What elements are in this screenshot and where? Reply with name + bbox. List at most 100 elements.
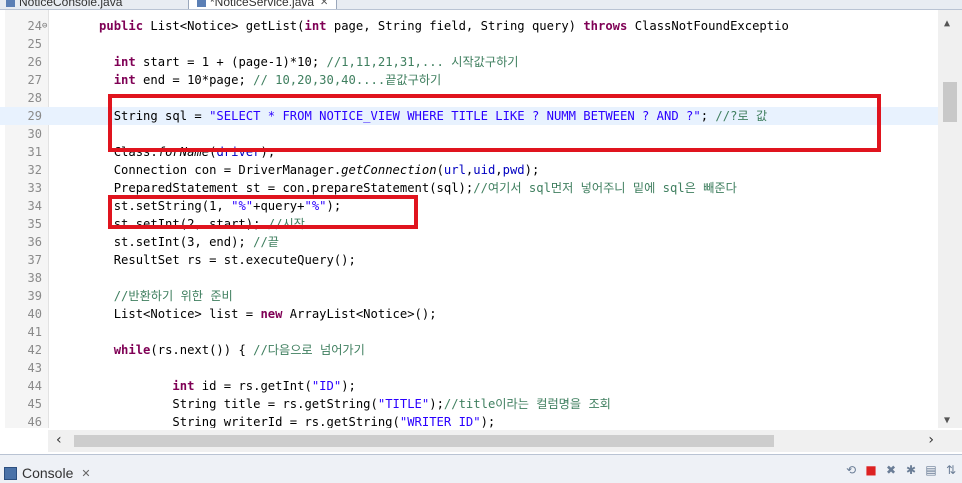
- code-token: Connection con = DriverManager.: [55, 163, 342, 177]
- link-icon[interactable]: ⟲: [844, 463, 858, 477]
- highlight-box-setstring: [108, 195, 418, 229]
- code-text: List<Notice> list = new ArrayList<Notice…: [55, 305, 437, 323]
- scroll-down-icon[interactable]: ▼: [944, 415, 950, 426]
- code-token: ,: [495, 163, 503, 177]
- code-editor[interactable]: 24 ⊖ public List<Notice> getList(int page…: [0, 10, 962, 428]
- code-line[interactable]: 32 Connection con = DriverManager.getCon…: [0, 161, 938, 179]
- code-line[interactable]: 36 st.setInt(3, end); //끝: [0, 233, 938, 251]
- code-text: while(rs.next()) { //다음으로 넘어가기: [55, 341, 365, 359]
- code-token: getConnection: [341, 163, 437, 177]
- highlight-box-sql: [108, 94, 881, 152]
- code-line[interactable]: 43: [0, 359, 938, 377]
- code-text: ResultSet rs = st.executeQuery();: [55, 251, 356, 269]
- console-toolbar: ⟲ ■ ✖ ✱ ▤ ⇅: [844, 463, 958, 477]
- code-text: int id = rs.getInt("ID");: [55, 377, 355, 395]
- code-line[interactable]: 41: [0, 323, 938, 341]
- code-token: ResultSet rs = st.executeQuery();: [55, 253, 356, 267]
- code-text: String writerId = rs.getString("WRITER_I…: [55, 413, 495, 428]
- scroll-up-icon[interactable]: ▲: [944, 18, 950, 29]
- scroll-lock-icon[interactable]: ⇅: [944, 463, 958, 477]
- code-text: //반환하기 위한 준비: [55, 287, 233, 305]
- vertical-scrollbar[interactable]: ▲ ▼: [938, 10, 962, 428]
- vertical-scroll-thumb[interactable]: [943, 82, 957, 122]
- code-token: id = rs.getInt(: [194, 379, 312, 393]
- horizontal-scroll-thumb[interactable]: [74, 435, 774, 447]
- code-token: //반환하기 위한 준비: [113, 289, 233, 303]
- code-text: int start = 1 + (page-1)*10; //1,11,21,3…: [55, 53, 519, 71]
- line-number: 35: [27, 217, 42, 231]
- console-tab-label: Console: [22, 465, 74, 481]
- code-token: while: [113, 343, 151, 357]
- line-number: 29: [27, 109, 42, 123]
- line-number: 24: [27, 19, 42, 33]
- code-token: // 10,20,30,40....끝값구하기: [253, 73, 442, 87]
- code-line[interactable]: 24 ⊖ public List<Notice> getList(int page…: [0, 17, 938, 35]
- fold-icon[interactable]: ⊖: [42, 17, 47, 35]
- clear-console-icon[interactable]: ▤: [924, 463, 938, 477]
- line-number: 38: [27, 271, 42, 285]
- scroll-right-icon[interactable]: ›: [928, 432, 934, 448]
- code-line[interactable]: 38: [0, 269, 938, 287]
- code-line[interactable]: 42 while(rs.next()) { //다음으로 넘어가기: [0, 341, 938, 359]
- code-token: //title이라는 컬럼명을 조회: [443, 397, 611, 411]
- code-token: pwd: [502, 163, 525, 177]
- code-text: st.setInt(3, end); //끝: [55, 233, 279, 251]
- code-line[interactable]: 26 int start = 1 + (page-1)*10; //1,11,2…: [0, 53, 938, 71]
- tab-console[interactable]: Console ✕: [4, 465, 91, 481]
- horizontal-scrollbar[interactable]: ‹ ›: [48, 430, 938, 452]
- line-number: 25: [27, 37, 42, 51]
- line-number: 26: [27, 55, 42, 69]
- code-line[interactable]: 40 List<Notice> list = new ArrayList<Not…: [0, 305, 938, 323]
- code-token: int: [113, 73, 136, 87]
- remove-all-icon[interactable]: ✱: [904, 463, 918, 477]
- code-token: String title = rs.getString(: [55, 397, 378, 411]
- tab-notice-console[interactable]: NoticeConsole.java: [6, 0, 122, 9]
- close-tab-icon[interactable]: ✕: [320, 0, 328, 8]
- tab-label: NoticeConsole.java: [19, 0, 123, 9]
- terminate-icon[interactable]: ■: [864, 463, 878, 477]
- line-number: 40: [27, 307, 42, 321]
- code-token: start = 1 + (page-1)*10;: [135, 55, 327, 69]
- code-line[interactable]: 44 int id = rs.getInt("ID");: [0, 377, 938, 395]
- tab-notice-service[interactable]: *NoticeService.java ✕: [188, 0, 338, 9]
- code-line[interactable]: 25: [0, 35, 938, 53]
- line-number: 39: [27, 289, 42, 303]
- code-line[interactable]: 45 String title = rs.getString("TITLE");…: [0, 395, 938, 413]
- code-line[interactable]: 39 //반환하기 위한 준비: [0, 287, 938, 305]
- line-number: 33: [27, 181, 42, 195]
- code-line[interactable]: 27 int end = 10*page; // 10,20,30,40....…: [0, 71, 938, 89]
- code-token: ArrayList<Notice>();: [282, 307, 437, 321]
- code-token: uid: [473, 163, 496, 177]
- code-token: "ID": [311, 379, 342, 393]
- line-number: 46: [27, 415, 42, 428]
- line-number: 28: [27, 91, 42, 105]
- close-console-icon[interactable]: ✕: [81, 467, 90, 480]
- code-token: public: [99, 19, 144, 33]
- line-number: 31: [27, 145, 42, 159]
- line-number: 45: [27, 397, 42, 411]
- code-token: //1,11,21,31,... 시작값구하기: [326, 55, 519, 69]
- scroll-left-icon[interactable]: ‹: [56, 432, 62, 448]
- code-token: new: [260, 307, 283, 321]
- code-token: List<Notice> list =: [55, 307, 261, 321]
- code-line[interactable]: 46 String writerId = rs.getString("WRITE…: [0, 413, 938, 428]
- code-token: );: [524, 163, 540, 177]
- console-view-bar: Console ✕ ⟲ ■ ✖ ✱ ▤ ⇅: [0, 454, 962, 483]
- code-token: url: [443, 163, 466, 177]
- console-icon: [4, 466, 17, 480]
- code-token: throws: [583, 19, 628, 33]
- code-token: (: [436, 163, 444, 177]
- code-token: int: [172, 379, 195, 393]
- code-line[interactable]: 37 ResultSet rs = st.executeQuery();: [0, 251, 938, 269]
- remove-launch-icon[interactable]: ✖: [884, 463, 898, 477]
- code-token: int: [304, 19, 327, 33]
- code-token: ClassNotFoundExceptio: [627, 19, 789, 33]
- code-text: public List<Notice> getList(int page, St…: [55, 17, 789, 35]
- code-token: "WRITER_ID": [399, 415, 481, 428]
- code-token: //끝: [253, 235, 280, 249]
